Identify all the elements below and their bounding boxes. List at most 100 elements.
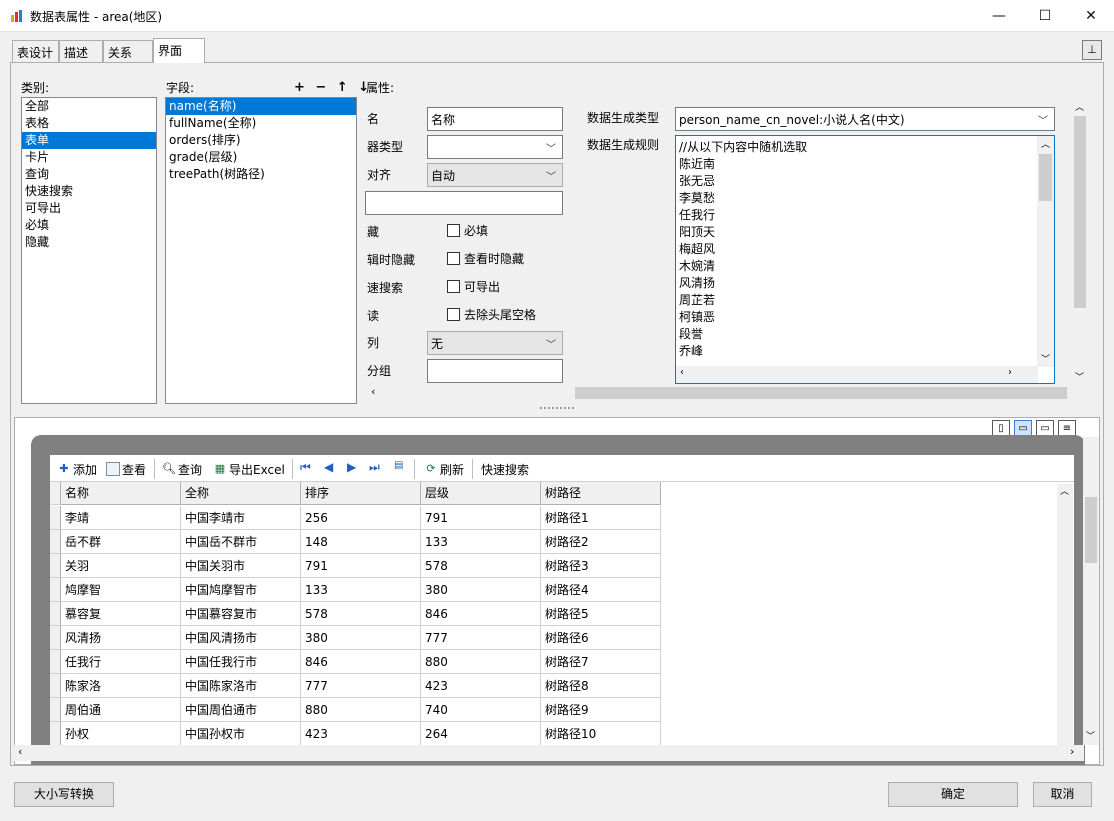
exportable-checkbox[interactable]: 可导出 [447,278,500,295]
scroll-down-icon[interactable]: ﹀ [1075,370,1084,383]
category-item[interactable]: 全部 [22,98,156,115]
row-header[interactable] [50,482,61,505]
category-item[interactable]: 快速搜索 [22,183,156,200]
row-header[interactable] [50,722,61,746]
page-size-icon[interactable]: ▤ [394,460,403,471]
refresh-button[interactable]: ⟳ 刷新 [424,460,464,478]
row-header[interactable] [50,650,61,674]
table-cell: 846 [421,602,541,626]
category-item[interactable]: 卡片 [22,149,156,166]
tab-table-design[interactable]: 表设计 [12,40,59,62]
field-item[interactable]: fullName(全称) [166,115,356,132]
gen-type-select[interactable]: person_name_cn_novel:小说人名(中文) ﹀ [675,107,1055,131]
document-icon [106,462,120,476]
query-button[interactable]: 🔍︎ 查询 [162,460,202,478]
column-header[interactable]: 名称 [61,482,181,505]
category-item[interactable]: 必填 [22,217,156,234]
row-header[interactable] [50,674,61,698]
table-cell: 中国岳不群市 [181,530,301,554]
readonly-label: 读 [367,309,380,323]
row-header[interactable] [50,530,61,554]
textarea-vscrollbar[interactable]: ︿ ﹀ [1037,136,1054,367]
column-header[interactable]: 树路径 [541,482,661,505]
scroll-up-icon[interactable]: ︿ [1075,100,1084,113]
scroll-left-icon[interactable]: ‹ [18,745,22,758]
pin-icon[interactable]: ⊥ [1082,40,1102,60]
case-convert-button[interactable]: 大小写转换 [14,782,114,807]
export-excel-button[interactable]: ▦ 导出Excel [213,460,285,478]
category-item[interactable]: 可导出 [22,200,156,217]
field-item[interactable]: orders(排序) [166,132,356,149]
row-header[interactable] [50,506,61,530]
row-header[interactable] [50,554,61,578]
scroll-up-icon[interactable]: ︿ [1060,484,1069,497]
table-cell: 树路径7 [541,650,661,674]
column-header[interactable]: 全称 [181,482,301,505]
scroll-up-icon[interactable]: ︿ [1041,137,1050,150]
table-cell: 578 [301,602,421,626]
table-cell: 中国李靖市 [181,506,301,530]
name-input[interactable]: 名称 [427,107,563,131]
row-header[interactable] [50,578,61,602]
maximize-button[interactable]: ☐ [1022,0,1068,32]
table-cell: 关羽 [61,554,181,578]
form-hscrollbar[interactable]: ‹ › [14,745,1084,761]
category-item[interactable]: 表格 [22,115,156,132]
column-select[interactable]: 无 ﹀ [427,331,563,355]
splitter-grip[interactable] [540,407,574,411]
category-item[interactable]: 表单 [22,132,156,149]
blank-input[interactable] [365,191,563,215]
group-input[interactable] [427,359,563,383]
minimize-button[interactable]: — [976,0,1022,32]
category-item[interactable]: 查询 [22,166,156,183]
plus-icon: ✚ [59,462,69,475]
scroll-left-icon[interactable]: ‹ [680,367,684,378]
next-page-icon[interactable]: ▶ [347,460,356,474]
category-list[interactable]: 全部 表格 表单 卡片 查询 快速搜索 可导出 必填 隐藏 [21,97,157,404]
tab-relation[interactable]: 关系 [103,40,153,62]
table-cell: 风清扬 [61,626,181,650]
property-vscrollbar[interactable]: ︿ ﹀ [1072,100,1088,385]
first-page-icon[interactable]: ⏮ [300,460,311,475]
scroll-left-icon[interactable]: ‹ [371,385,375,398]
column-header[interactable]: 层级 [421,482,541,505]
view-hidden-checkbox[interactable]: 查看时隐藏 [447,250,524,267]
scroll-right-icon[interactable]: › [1008,367,1012,378]
column-header[interactable]: 排序 [301,482,421,505]
gen-rule-textarea[interactable]: //从以下内容中随机选取 陈近南 张无忌 李莫愁 任我行 阳顶天 梅超风 木婉清 风清扬 周芷若柯… [675,135,1055,384]
table-cell: 740 [421,698,541,722]
scroll-down-icon[interactable]: ﹀ [1041,352,1050,365]
field-ops[interactable]: + − ↑ ↓ [294,80,372,95]
quick-search-button[interactable]: 快速搜索 [481,460,529,478]
prev-page-icon[interactable]: ◀ [324,460,333,474]
field-item[interactable]: treePath(树路径) [166,166,356,183]
scroll-right-icon[interactable]: › [1070,745,1074,758]
table-cell: 846 [301,650,421,674]
row-header[interactable] [50,602,61,626]
row-header[interactable] [50,698,61,722]
field-item[interactable]: name(名称) [166,98,356,115]
editor-type-select[interactable]: ﹀ [427,135,563,159]
row-header[interactable] [50,626,61,650]
textarea-hscrollbar[interactable]: ‹ › [676,366,1038,383]
scroll-down-icon[interactable]: ﹀ [1086,729,1095,742]
trim-checkbox[interactable]: 去除头尾空格 [447,306,536,323]
table-cell: 树路径10 [541,722,661,746]
cancel-button[interactable]: 取消 [1033,782,1092,807]
tab-description[interactable]: 描述 [59,40,103,62]
category-item[interactable]: 隐藏 [22,234,156,251]
required-checkbox[interactable]: 必填 [447,222,488,239]
tab-interface[interactable]: 界面 [153,38,205,63]
view-button[interactable]: 查看 [106,460,146,478]
quick-search-label: 速搜索 [367,281,404,295]
add-button[interactable]: ✚ 添加 [57,460,97,478]
form-vscrollbar[interactable]: ﹀ [1083,437,1099,745]
ok-button[interactable]: 确定 [888,782,1018,807]
field-item[interactable]: grade(层级) [166,149,356,166]
grid-vscrollbar[interactable]: ︿ [1057,484,1073,746]
close-button[interactable]: ✕ [1068,0,1114,32]
last-page-icon[interactable]: ⏭ [369,460,380,475]
field-list[interactable]: name(名称) fullName(全称) orders(排序) grade(层级) t… [165,97,357,404]
property-hscrollbar[interactable]: ‹ [365,385,1072,401]
align-select[interactable]: 自动 ﹀ [427,163,563,187]
